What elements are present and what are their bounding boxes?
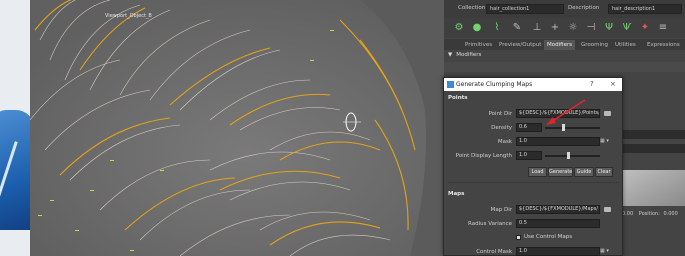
annotation-arrow bbox=[546, 99, 586, 125]
